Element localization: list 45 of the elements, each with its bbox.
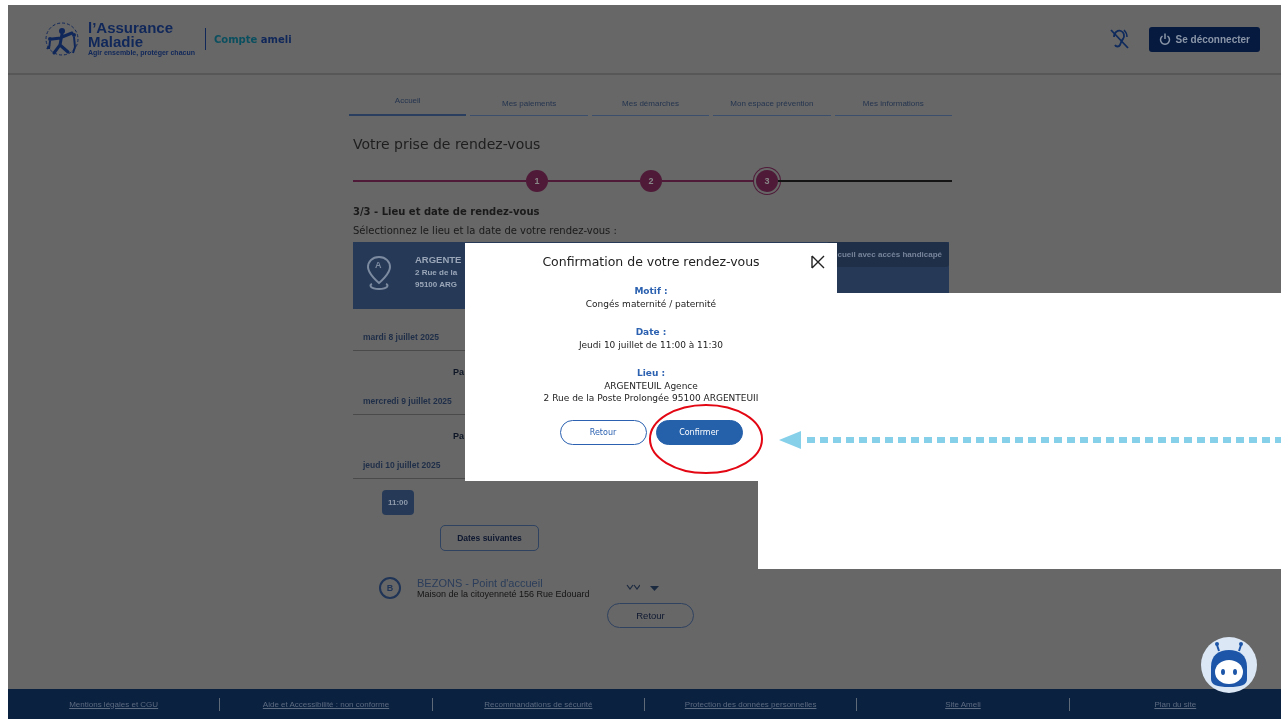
footer-link[interactable]: Site Ameli xyxy=(945,699,981,709)
cancel-button[interactable]: Retour xyxy=(559,419,647,445)
robot-icon[interactable] xyxy=(1201,637,1257,693)
logo-drawing xyxy=(42,19,82,59)
footer-link[interactable]: Mentions légales et CGU xyxy=(69,699,159,709)
footer-link[interactable]: Recommandations de sécurité xyxy=(484,699,593,709)
field-label: Date : xyxy=(635,326,667,339)
step-indicator: 3 xyxy=(756,170,778,192)
marker-letter: A xyxy=(375,260,382,270)
step-heading: 3/3 - Lieu et date de rendez-vous xyxy=(353,206,541,217)
footer-link[interactable]: Plan du site xyxy=(1154,699,1197,709)
location-address: Maison de la citoyenneté 156 Rue Edouard xyxy=(417,589,591,599)
caret-icon[interactable] xyxy=(650,585,659,591)
nav-tab[interactable]: Accueil xyxy=(349,92,467,116)
availability-text: Pa xyxy=(453,431,464,441)
availability-text: Pa xyxy=(453,367,464,377)
footer-link[interactable]: Aide et Accessibilité : non conforme xyxy=(262,699,390,709)
field-label: Motif : xyxy=(634,285,668,298)
brand-name: Maladie xyxy=(88,34,144,49)
field-label: Lieu : xyxy=(636,367,666,380)
hearing-icon[interactable] xyxy=(1108,28,1129,50)
power-icon xyxy=(1158,33,1171,45)
footer-link[interactable]: Protection des données personnelles xyxy=(684,699,817,709)
step-indicator: 1 xyxy=(526,170,548,192)
account-label: Compte ameli xyxy=(214,33,292,45)
location-name: ARGENTE xyxy=(415,254,462,265)
marker-badge: B xyxy=(379,577,401,599)
instruction-text: Sélectionnez le lieu et la date de votre rendez-vous : xyxy=(353,225,618,236)
location-address: 2 Rue de la xyxy=(415,268,459,277)
map-pin-icon xyxy=(366,255,392,291)
page-title: Votre prise de rendez-vous xyxy=(353,136,542,152)
field-value: Congés maternité / paternité xyxy=(585,297,717,310)
confirm-button[interactable]: Confirmer xyxy=(655,419,743,445)
time-slot-button[interactable]: 11:00 xyxy=(382,490,414,515)
chevron-icon[interactable] xyxy=(626,584,640,592)
close-icon[interactable] xyxy=(811,255,825,269)
field-value: ARGENTEUIL Agence xyxy=(604,379,698,392)
filter-button[interactable]: cueil avec accès handicapé xyxy=(827,242,949,267)
brand-name: l’Assurance xyxy=(88,21,175,35)
next-dates-button[interactable]: Dates suivantes xyxy=(440,525,539,551)
location-address: 95100 ARG xyxy=(415,280,458,289)
location-name[interactable]: BEZONS - Point d'accueil xyxy=(417,577,622,589)
step-indicator: 2 xyxy=(640,170,662,192)
logout-button[interactable]: Se déconnecter xyxy=(1148,26,1260,52)
dialog-title: Confirmation de votre rendez-vous xyxy=(542,254,760,269)
